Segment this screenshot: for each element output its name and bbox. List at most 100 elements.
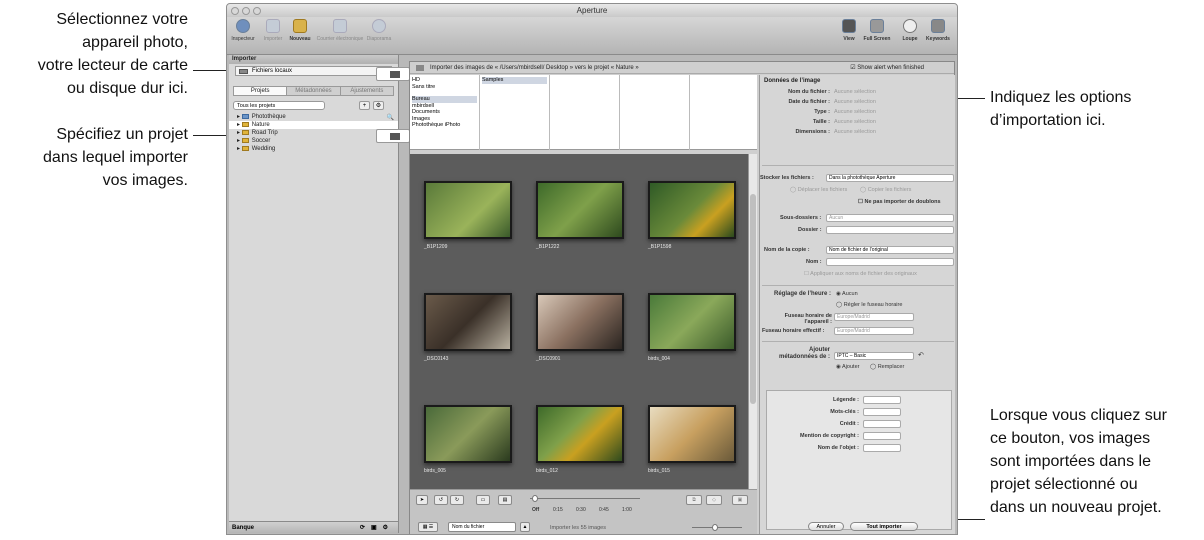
info-row: Taille : Aucune sélection: [812, 119, 876, 125]
thumbnail-image[interactable]: [536, 293, 624, 351]
import-all-button[interactable]: Tout importer: [850, 522, 918, 531]
info-row: Type : Aucune sélection: [814, 109, 876, 115]
import-button[interactable]: Importer: [261, 19, 285, 42]
iptc-label: Mots-clés :: [830, 409, 859, 415]
import-pane: Importer des images de « /Users/mbirdsel…: [409, 61, 955, 534]
project-item-nature[interactable]: ▸ Nature: [229, 121, 398, 129]
tab-adjustments[interactable]: Ajustements: [340, 87, 393, 95]
project-filter-select[interactable]: Tous les projets: [233, 100, 325, 110]
arrow-icon: [390, 133, 400, 140]
add-project-button[interactable]: +: [359, 100, 370, 110]
iptc-field[interactable]: [863, 444, 901, 452]
thumbnail-image[interactable]: [424, 181, 512, 239]
thumbnail-label: _DSC0143: [424, 356, 449, 362]
metadata-preset-select[interactable]: IPTC – Basic: [834, 352, 914, 360]
thumbnail-scrollbar[interactable]: [748, 154, 757, 489]
info-row: Nom du fichier : Aucune sélection: [788, 89, 876, 95]
time-zone-radio[interactable]: ◯ Régler le fuseau horaire: [836, 302, 902, 308]
keywords-button[interactable]: Keywords: [923, 19, 953, 42]
ignore-duplicates-button[interactable]: ⧉: [686, 495, 702, 505]
grid-view-button[interactable]: ▦ ☰: [418, 522, 438, 532]
unstack-button[interactable]: ▤: [498, 495, 512, 505]
subfolders-select[interactable]: Aucun: [826, 214, 954, 222]
sort-select[interactable]: Nom du fichier: [448, 522, 516, 532]
apply-names-checkbox[interactable]: ☐ Appliquer aux noms de fichier des orig…: [804, 271, 917, 277]
thumbnail-label: _DSC0901: [536, 356, 561, 362]
email-icon: [333, 19, 347, 33]
title-bar: Aperture: [227, 4, 957, 17]
reject-button[interactable]: ◇: [706, 495, 722, 505]
slideshow-button[interactable]: Diaporama: [365, 19, 393, 42]
iptc-field[interactable]: [863, 396, 901, 404]
thumbnail-image[interactable]: [424, 405, 512, 463]
name-field[interactable]: [826, 258, 954, 266]
thumbnail-image[interactable]: [424, 293, 512, 351]
reset-icon[interactable]: ↶: [918, 351, 924, 359]
project-item-library[interactable]: ▸ Photothèque 🔍: [229, 113, 398, 121]
camera-tz-label: Fuseau horaire de l’appareil :: [784, 313, 832, 325]
tab-projects[interactable]: Projets: [234, 87, 288, 95]
full-screen-icon: [870, 19, 884, 33]
camera-tz-select[interactable]: Europe/Madrid: [834, 313, 914, 321]
show-alert-checkbox[interactable]: ☑ Show alert when finished: [850, 62, 924, 74]
time-none-radio[interactable]: ◉ Aucun: [836, 291, 858, 297]
add-radio[interactable]: ◉ Ajouter: [836, 364, 859, 370]
eject-icon[interactable]: [390, 71, 400, 78]
project-filter-row: Tous les projets + ⚙: [233, 100, 394, 110]
folder-field[interactable]: [826, 226, 954, 234]
project-callout-box: [376, 129, 410, 143]
thumbnail-image[interactable]: [536, 405, 624, 463]
stack-button[interactable]: ▭: [476, 495, 490, 505]
replace-radio[interactable]: ◯ Remplacer: [870, 364, 904, 370]
browser-column-empty: [690, 75, 757, 150]
move-files-radio[interactable]: ◯ Déplacer les fichiers: [790, 187, 847, 193]
effective-tz-select[interactable]: Europe/Madrid: [834, 327, 914, 335]
view-button[interactable]: View: [839, 19, 859, 42]
thumbnail-image[interactable]: [648, 293, 736, 351]
thumbnail-image[interactable]: [536, 181, 624, 239]
info-row: Dimensions : Aucune sélection: [795, 129, 876, 135]
iptc-field[interactable]: [863, 420, 901, 428]
project-item-wedding[interactable]: ▸ Wedding: [229, 145, 398, 153]
cancel-button[interactable]: Annuler: [808, 522, 844, 531]
bottom-bar-icons[interactable]: ⟳▣⚙: [360, 522, 394, 534]
sort-direction-button[interactable]: ▲: [520, 522, 530, 532]
browser-column-empty: [550, 75, 620, 150]
thumbnail-image[interactable]: [648, 181, 736, 239]
scrollbar-thumb[interactable]: [750, 194, 756, 404]
close-window-button[interactable]: [231, 7, 239, 15]
iptc-label: Mention de copyright :: [800, 433, 859, 439]
import-arrow-icon: [266, 19, 280, 33]
project-folder-icon: [241, 121, 249, 127]
minimize-window-button[interactable]: [242, 7, 250, 15]
thumbnail-image[interactable]: [648, 405, 736, 463]
store-files-select[interactable]: Dans la photothèque Aperture: [826, 174, 954, 182]
source-local-files[interactable]: Fichiers locaux: [235, 66, 392, 76]
project-item-road-trip[interactable]: ▸ Road Trip: [229, 129, 398, 137]
action-menu-button[interactable]: ⚙: [373, 100, 384, 110]
copy-name-select[interactable]: Nom de fichier de l’original: [826, 246, 954, 254]
timeline-tick: 0:45: [599, 507, 609, 513]
tab-metadata[interactable]: Métadonnées: [287, 87, 341, 95]
email-button[interactable]: Courrier électronique: [315, 19, 365, 42]
no-duplicates-checkbox[interactable]: ☐ Ne pas importer de doublons: [858, 199, 941, 205]
inspector-button[interactable]: Inspecteur: [230, 19, 256, 42]
iptc-field[interactable]: [863, 408, 901, 416]
new-button[interactable]: Nouveau: [287, 19, 313, 42]
timeline-knob[interactable]: [532, 495, 538, 502]
project-item-soccer[interactable]: ▸ Soccer: [229, 137, 398, 145]
rotate-left-button[interactable]: ↺: [434, 495, 448, 505]
select-tool-button[interactable]: ➤: [416, 495, 428, 505]
loupe-button[interactable]: Loupe: [899, 19, 921, 42]
callout-import-button: Lorsque vous cliquez sur ce bouton, vos …: [990, 407, 1167, 516]
thumbnail-size-knob[interactable]: [712, 524, 718, 531]
info-panel-button[interactable]: ▣: [732, 495, 748, 505]
rotate-right-button[interactable]: ↻: [450, 495, 464, 505]
full-screen-button[interactable]: Full Screen: [859, 19, 895, 42]
divider: [762, 285, 954, 286]
copy-files-radio[interactable]: ◯ Copier les fichiers: [860, 187, 911, 193]
timeline-slider[interactable]: [530, 498, 640, 499]
iptc-field[interactable]: [863, 432, 901, 440]
play-icon: [372, 19, 386, 33]
zoom-window-button[interactable]: [253, 7, 261, 15]
